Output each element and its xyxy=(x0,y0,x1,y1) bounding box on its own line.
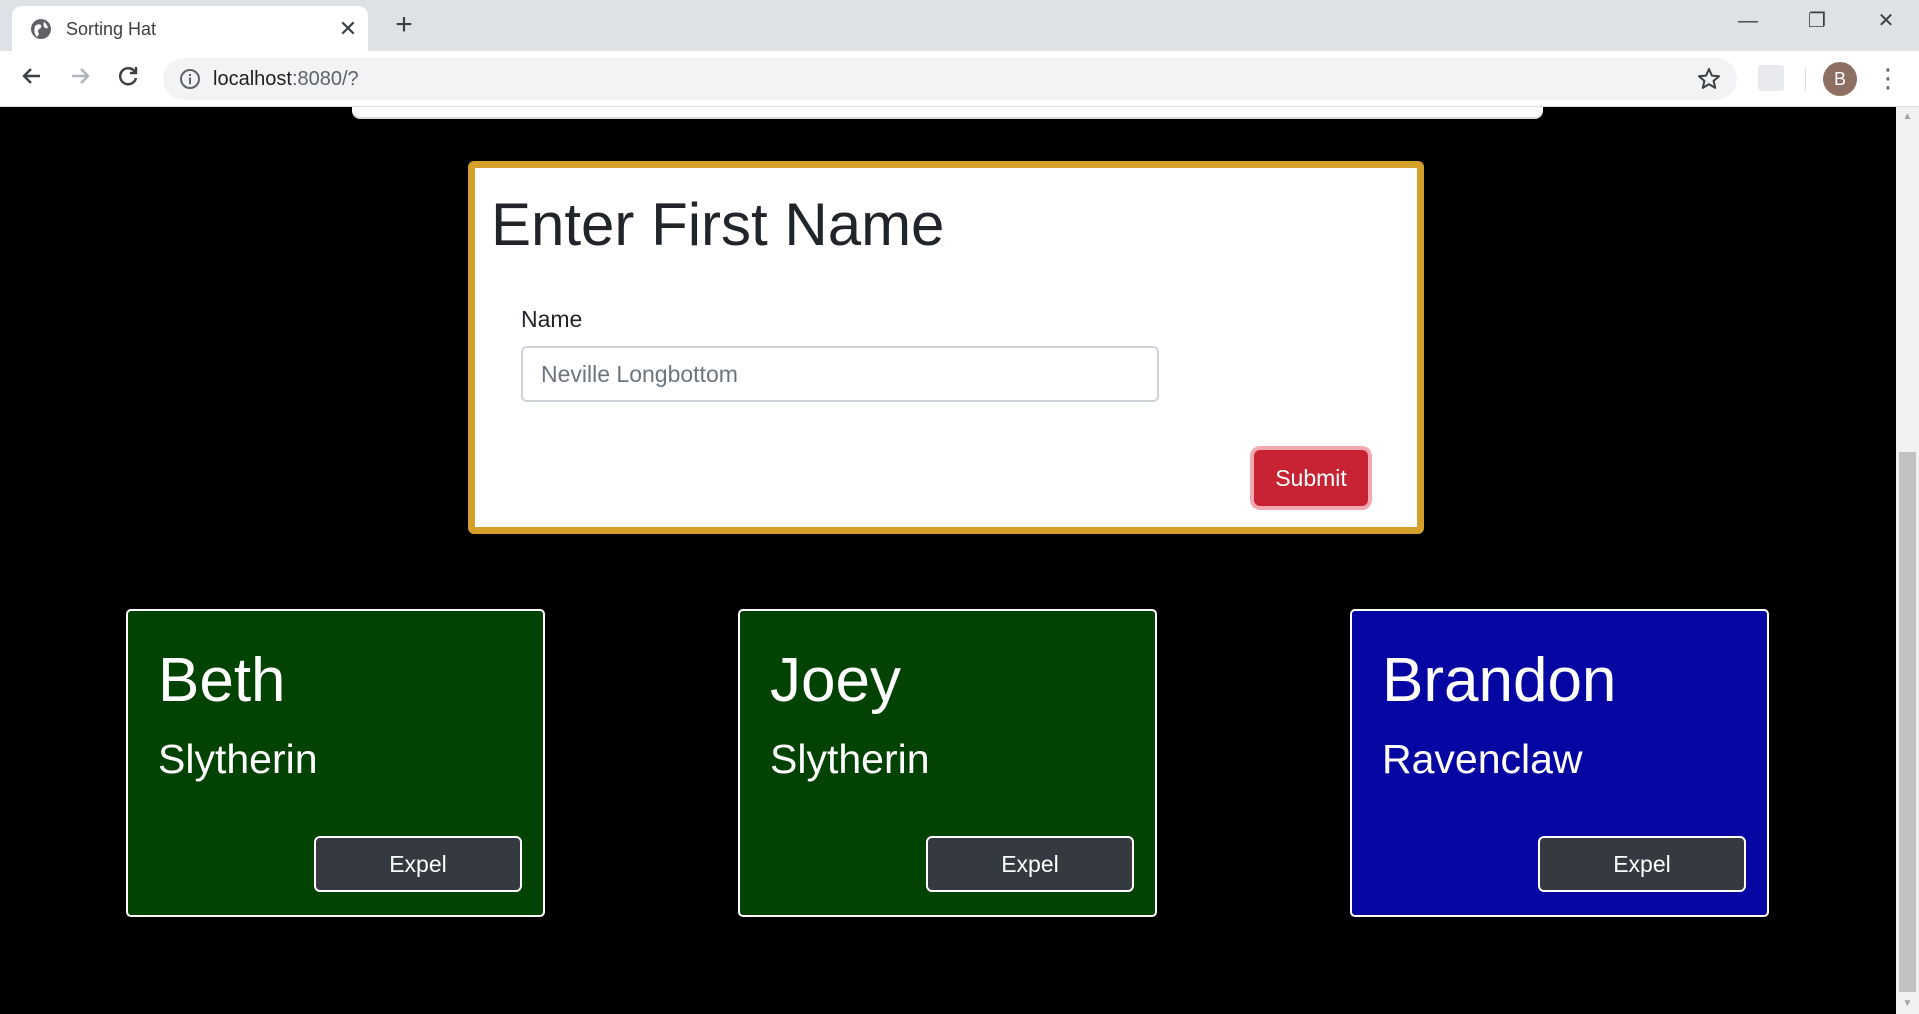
browser-tab[interactable]: Sorting Hat ✕ xyxy=(12,6,368,51)
scroll-up-arrow-icon[interactable]: ▲ xyxy=(1896,107,1919,127)
student-card-joey: Joey Slytherin Expel xyxy=(738,609,1157,917)
expel-button[interactable]: Expel xyxy=(926,836,1134,892)
toolbar-divider xyxy=(1805,67,1806,91)
header-card-edge xyxy=(352,107,1543,117)
reload-icon[interactable] xyxy=(112,63,144,95)
close-tab-icon[interactable]: ✕ xyxy=(335,16,361,42)
scroll-thumb[interactable] xyxy=(1899,452,1916,992)
student-card-brandon: Brandon Ravenclaw Expel xyxy=(1350,609,1769,917)
restore-icon[interactable]: ❐ xyxy=(1797,6,1837,36)
forward-arrow-icon[interactable] xyxy=(64,63,96,95)
window-close-icon[interactable]: ✕ xyxy=(1866,6,1906,36)
page-scrollbar[interactable]: ▲ ▼ xyxy=(1896,107,1919,1014)
address-bar[interactable]: localhost:8080/? xyxy=(163,58,1737,100)
bookmark-star-icon[interactable] xyxy=(1696,66,1722,92)
submit-button[interactable]: Submit xyxy=(1254,450,1368,506)
profile-avatar[interactable]: B xyxy=(1823,62,1857,96)
student-house: Ravenclaw xyxy=(1382,736,1583,782)
kebab-menu-icon[interactable]: ⋮ xyxy=(1875,63,1901,95)
page-viewport: Enter First Name Name Submit Beth Slythe… xyxy=(0,107,1896,1014)
new-tab-button[interactable]: + xyxy=(390,10,418,40)
info-icon[interactable] xyxy=(179,68,201,90)
back-arrow-icon[interactable] xyxy=(16,63,48,95)
scroll-down-arrow-icon[interactable]: ▼ xyxy=(1896,994,1919,1014)
name-form-card: Enter First Name Name Submit xyxy=(468,161,1424,534)
student-name: Beth xyxy=(158,646,286,715)
browser-toolbar: localhost:8080/? B ⋮ xyxy=(0,51,1919,107)
globe-icon xyxy=(31,19,51,39)
extension-icon[interactable] xyxy=(1758,65,1784,91)
url-path: :8080/? xyxy=(291,68,359,90)
student-name: Brandon xyxy=(1382,646,1617,715)
student-card-beth: Beth Slytherin Expel xyxy=(126,609,545,917)
form-title: Enter First Name xyxy=(491,191,945,258)
minimize-icon[interactable]: — xyxy=(1728,6,1768,36)
student-house: Slytherin xyxy=(770,736,930,782)
expel-button[interactable]: Expel xyxy=(314,836,522,892)
name-label: Name xyxy=(521,306,583,332)
expel-button[interactable]: Expel xyxy=(1538,836,1746,892)
url-host: localhost xyxy=(213,68,292,90)
browser-tab-bar: Sorting Hat ✕ + — ❐ ✕ xyxy=(0,0,1919,51)
tab-title: Sorting Hat xyxy=(66,19,157,39)
url-text[interactable]: localhost:8080/? xyxy=(213,68,359,91)
student-house: Slytherin xyxy=(158,736,318,782)
student-name: Joey xyxy=(770,646,901,715)
name-input[interactable] xyxy=(521,346,1159,402)
